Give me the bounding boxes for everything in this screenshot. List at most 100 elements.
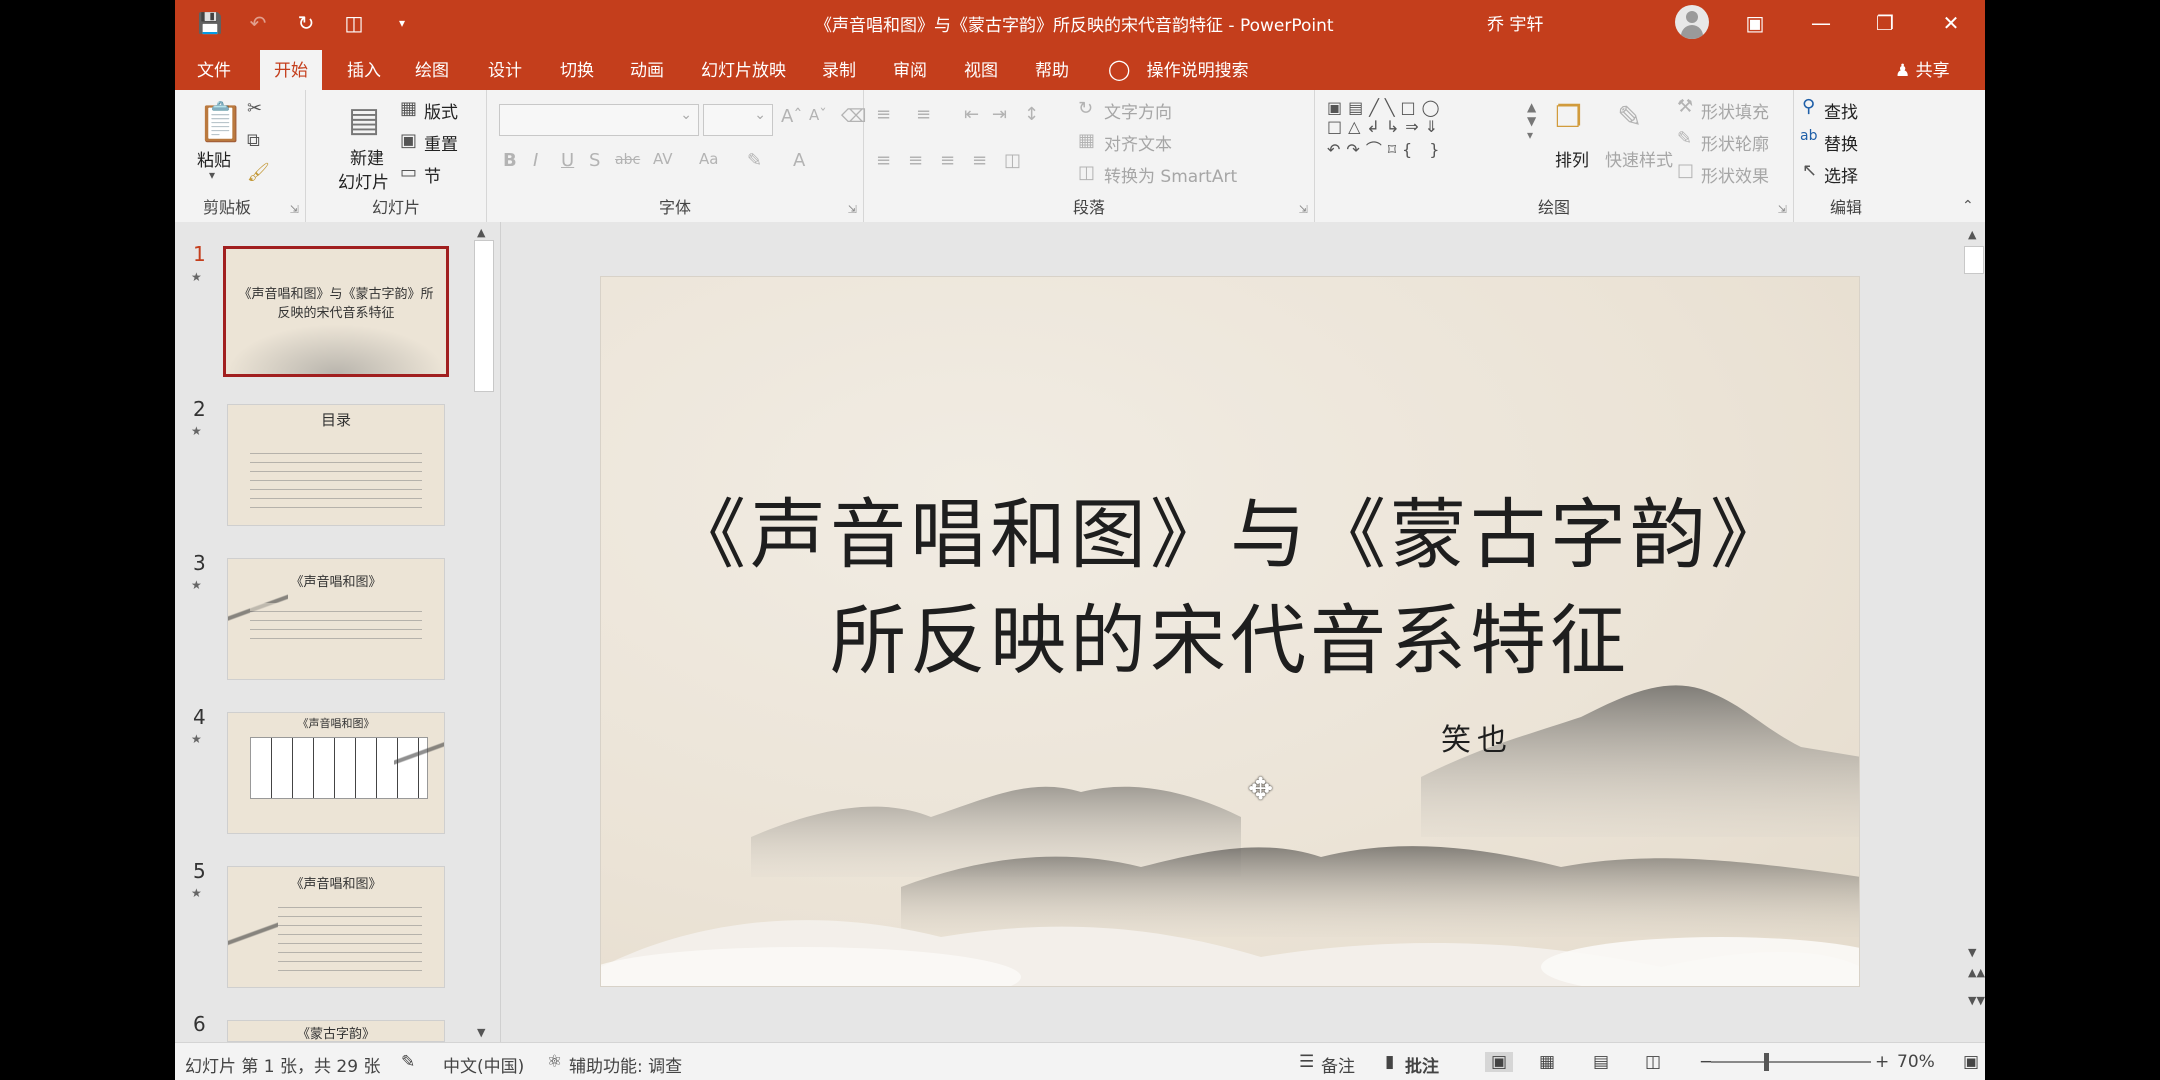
shape-outline-icon[interactable]: ✎ [1677, 128, 1692, 149]
italic-icon[interactable]: I [533, 150, 538, 171]
zoom-slider-thumb[interactable] [1764, 1053, 1769, 1071]
shape-outline-button[interactable]: 形状轮廓 [1701, 130, 1769, 155]
bullets-icon[interactable]: ≡ [876, 104, 891, 125]
minimize-icon[interactable]: — [1801, 6, 1841, 40]
ribbon-display-options-icon[interactable]: ▣ [1735, 6, 1775, 40]
slide-thumbnail-6[interactable]: 《蒙古字韵》 [227, 1020, 445, 1042]
slide-thumbnail-1[interactable]: 《声音唱和图》与《蒙古字韵》所反映的宋代音系特征 [223, 246, 449, 377]
reading-view-icon[interactable]: ▤ [1593, 1052, 1609, 1072]
section-button[interactable]: 节 [424, 162, 441, 187]
drawing-launcher-icon[interactable]: ⇲ [1778, 203, 1787, 216]
bold-icon[interactable]: B [503, 150, 517, 171]
numbering-icon[interactable]: ≡ [916, 104, 931, 125]
shadow-icon[interactable]: S [589, 150, 600, 171]
smartart-icon[interactable]: ◫ [1078, 162, 1095, 183]
new-slide-label[interactable]: 幻灯片 [338, 168, 389, 193]
new-slide-icon[interactable]: ▤ [348, 100, 380, 140]
tab-draw[interactable]: 绘图 [415, 56, 449, 81]
slide-sorter-icon[interactable]: ▦ [1539, 1052, 1555, 1072]
layout-icon[interactable]: ▦ [400, 98, 417, 119]
font-launcher-icon[interactable]: ⇲ [848, 203, 857, 216]
zoom-in-icon[interactable]: + [1875, 1052, 1889, 1072]
reset-button[interactable]: 重置 [424, 130, 458, 155]
line-spacing-icon[interactable]: ↕ [1024, 104, 1039, 125]
editor-scroll-thumb[interactable] [1964, 246, 1984, 274]
strikethrough-icon[interactable]: abc [615, 152, 640, 168]
share-button[interactable]: ♟ 共享 [1895, 56, 1950, 81]
clipboard-launcher-icon[interactable]: ⇲ [290, 203, 299, 216]
replace-button[interactable]: 替换 [1824, 130, 1858, 155]
accessibility-status[interactable]: 辅助功能: 调查 [569, 1052, 682, 1077]
arrange-icon[interactable]: ❐ [1555, 100, 1582, 135]
align-text-button[interactable]: 对齐文本 [1104, 130, 1172, 155]
fit-to-window-icon[interactable]: ▣ [1963, 1052, 1979, 1072]
tell-me-search[interactable]: ◯ 操作说明搜索 [1108, 56, 1249, 81]
copy-icon[interactable]: ⧉ [247, 130, 260, 151]
justify-icon[interactable]: ≡ [972, 150, 987, 171]
slide-thumbnail-3[interactable]: 《声音唱和图》 [227, 558, 445, 680]
find-button[interactable]: 查找 [1824, 98, 1858, 123]
scroll-up-icon[interactable]: ▲ [477, 226, 485, 239]
section-icon[interactable]: ▭ [400, 162, 417, 183]
text-direction-button[interactable]: 文字方向 [1104, 98, 1172, 123]
editor-scroll-up-icon[interactable]: ▲ [1968, 228, 1976, 241]
decrease-indent-icon[interactable]: ⇤ [964, 104, 979, 125]
thumbnail-scroll-thumb[interactable] [474, 240, 494, 392]
restore-icon[interactable]: ❐ [1865, 6, 1905, 40]
tab-help[interactable]: 帮助 [1035, 56, 1069, 81]
tab-home[interactable]: 开始 [260, 50, 322, 90]
columns-icon[interactable]: ◫ [1004, 150, 1021, 171]
shape-effects-icon[interactable]: □ [1677, 160, 1694, 181]
decrease-font-icon[interactable]: Aˇ [809, 106, 827, 124]
tab-review[interactable]: 审阅 [893, 56, 927, 81]
normal-view-icon[interactable]: ▣ [1485, 1052, 1514, 1072]
highlight-icon[interactable]: ✎ [747, 150, 762, 171]
shape-effects-button[interactable]: 形状效果 [1701, 162, 1769, 187]
slide-thumbnail-5[interactable]: 《声音唱和图》 [227, 866, 445, 988]
tab-record[interactable]: 录制 [822, 56, 856, 81]
accessibility-icon[interactable]: ⚛ [547, 1052, 562, 1072]
paste-dropdown-icon[interactable]: ▾ [209, 168, 215, 182]
shape-fill-button[interactable]: 形状填充 [1701, 98, 1769, 123]
increase-font-icon[interactable]: Aˆ [781, 106, 802, 127]
customize-qat-icon[interactable]: ▾ [387, 8, 417, 38]
clear-formatting-icon[interactable]: ⌫ [841, 106, 866, 127]
new-slide-button[interactable]: 新建 [350, 144, 384, 169]
slide-author[interactable]: 笑也 [1441, 715, 1513, 759]
language-status[interactable]: 中文(中国) [443, 1052, 524, 1077]
tab-view[interactable]: 视图 [964, 56, 998, 81]
zoom-level[interactable]: 70% [1897, 1052, 1935, 1072]
underline-icon[interactable]: U [561, 150, 574, 171]
quick-styles-button[interactable]: 快速样式 [1605, 146, 1673, 171]
tab-design[interactable]: 设计 [488, 56, 522, 81]
redo-icon[interactable]: ↻ [291, 8, 321, 38]
slide-thumbnail-4[interactable]: 《声音唱和图》 [227, 712, 445, 834]
shape-fill-icon[interactable]: ⚒ [1677, 96, 1693, 117]
reset-icon[interactable]: ▣ [400, 130, 417, 151]
char-spacing-icon[interactable]: AV [653, 150, 673, 168]
next-slide-icon[interactable]: ▼▼ [1968, 994, 1985, 1007]
paragraph-launcher-icon[interactable]: ⇲ [1299, 203, 1308, 216]
smartart-button[interactable]: 转换为 SmartArt [1104, 162, 1237, 187]
tab-slideshow[interactable]: 幻灯片放映 [701, 56, 786, 81]
undo-icon[interactable]: ↶ [243, 8, 273, 38]
collapse-ribbon-icon[interactable]: ⌃ [1962, 198, 1974, 214]
format-painter-icon[interactable]: 🖌 [247, 162, 270, 183]
comments-button[interactable]: 批注 [1405, 1052, 1439, 1077]
paste-icon[interactable]: 📋 [197, 100, 244, 145]
notes-button[interactable]: 备注 [1321, 1052, 1355, 1077]
slide-thumbnail-2[interactable]: 目录 [227, 404, 445, 526]
align-text-icon[interactable]: ▦ [1078, 130, 1095, 151]
arrange-button[interactable]: 排列 [1555, 146, 1589, 171]
text-direction-icon[interactable]: ↻ [1078, 98, 1093, 119]
shapes-more-icon[interactable]: ▲ ▼ ▾ [1527, 100, 1536, 142]
previous-slide-icon[interactable]: ▲▲ [1968, 966, 1985, 979]
font-color-icon[interactable]: A [793, 150, 805, 171]
align-right-icon[interactable]: ≡ [940, 150, 955, 171]
tab-file[interactable]: 文件 [197, 56, 231, 81]
replace-icon[interactable]: ab [1800, 128, 1817, 144]
font-size-combo[interactable] [703, 104, 773, 136]
zoom-slider[interactable] [1711, 1061, 1871, 1063]
layout-button[interactable]: 版式 [424, 98, 458, 123]
slide-title[interactable]: 《声音唱和图》与《蒙古字韵》 所反映的宋代音系特征 [601, 482, 1859, 694]
